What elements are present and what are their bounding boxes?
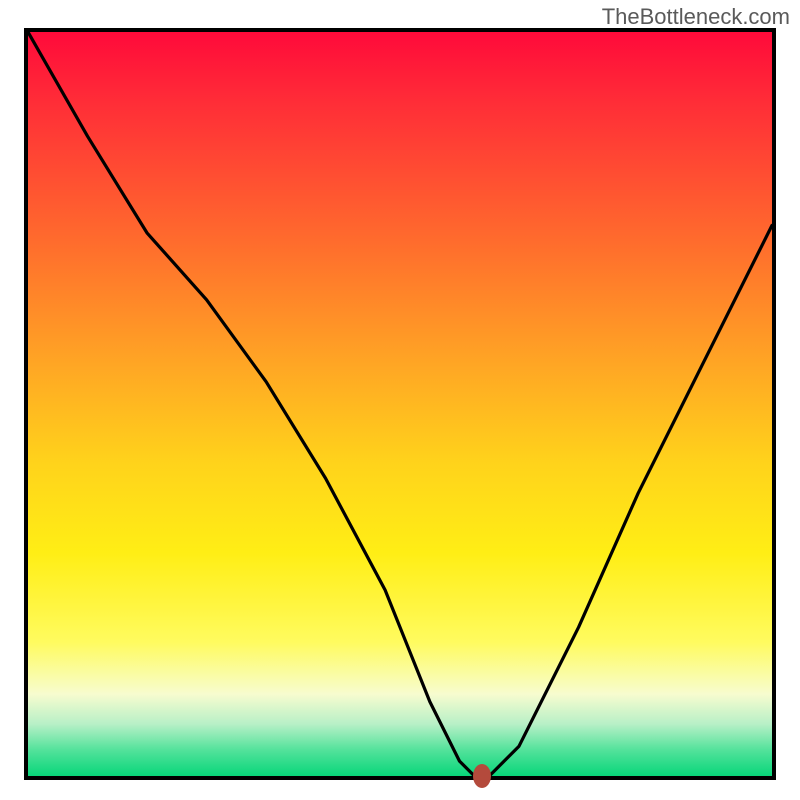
chart-container: TheBottleneck.com [0, 0, 800, 800]
watermark-text: TheBottleneck.com [602, 4, 790, 30]
optimum-marker [473, 764, 491, 788]
plot-area [24, 28, 776, 780]
curve-path [28, 32, 772, 776]
bottleneck-curve [28, 32, 772, 776]
